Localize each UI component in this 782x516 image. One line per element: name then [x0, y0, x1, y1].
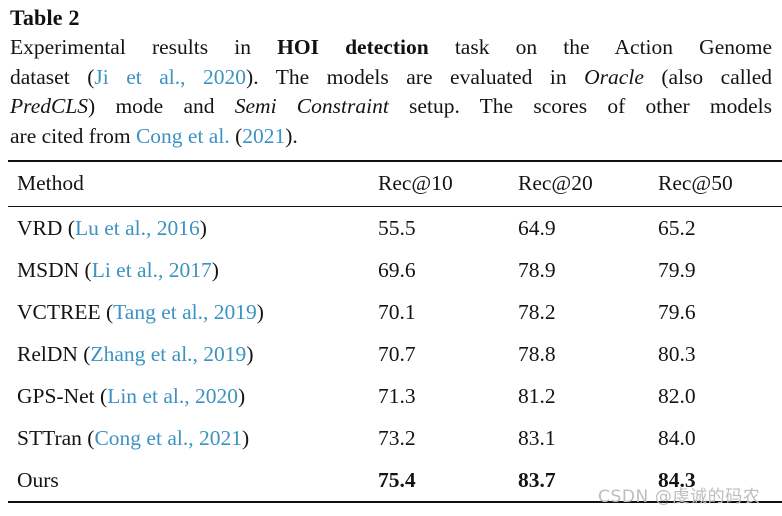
cell-rec10: 70.1 — [378, 299, 416, 324]
citation-link[interactable]: Li et al., 2017 — [92, 258, 212, 282]
cell-rec50: 80.3 — [658, 341, 696, 366]
cell-rec20: 64.9 — [518, 215, 556, 240]
cell-rec20: 78.9 — [518, 257, 556, 282]
cell-method: VCTREE (Tang et al., 2019) — [8, 291, 378, 333]
cell-rec10: 55.5 — [378, 215, 416, 240]
citation-paren-open: ( — [81, 425, 95, 450]
caption-text-run: are cited from — [10, 123, 136, 148]
table-caption-text: Experimental results in HOI detection ta… — [10, 33, 772, 151]
caption-text-run: dataset ( — [10, 64, 95, 89]
citation-link[interactable]: Ji et al., 2020 — [94, 65, 246, 89]
caption-italic-term: Oracle — [584, 64, 644, 89]
cell-rec50: 84.3 — [658, 467, 696, 492]
citation-paren-close: ) — [199, 215, 207, 240]
cell-rec10: 69.6 — [378, 257, 416, 282]
caption-text-run: ) mode and — [88, 94, 235, 118]
citation-link[interactable]: 2021 — [242, 124, 285, 148]
caption-text-run: task on the Action Genome — [428, 35, 772, 59]
table-figure-page: Table 2 Experimental results in HOI dete… — [0, 0, 782, 516]
table-row: STTran (Cong et al., 2021) 73.2 83.1 84.0 — [8, 417, 782, 459]
caption-italic-term: Semi Constraint — [234, 94, 389, 118]
caption-bold-term: HOI detection — [277, 35, 429, 59]
citation-link[interactable]: Tang et al., 2019 — [113, 300, 257, 324]
caption-text-run: Experimental results in — [10, 35, 278, 59]
citation-link[interactable]: Cong et al., 2021 — [94, 426, 242, 450]
caption-text-run: ). The models are evaluated in — [246, 64, 585, 89]
citation-paren-open: ( — [94, 383, 108, 408]
method-name: STTran — [17, 425, 82, 450]
results-table-wrapper: Method Rec@10 Rec@20 Rec@50 VRD (Lu et a… — [8, 160, 782, 503]
cell-rec10: 73.2 — [378, 425, 416, 450]
citation-paren-open: ( — [77, 341, 91, 366]
citation-paren-close: ) — [237, 383, 246, 408]
method-name: MSDN — [17, 257, 80, 282]
citation-paren-open: ( — [79, 257, 92, 282]
cell-rec20: 81.2 — [518, 383, 556, 408]
citation-link[interactable]: Lin et al., 2020 — [107, 384, 238, 408]
results-table: Method Rec@10 Rec@20 Rec@50 VRD (Lu et a… — [8, 160, 782, 503]
caption-italic-term: PredCLS — [10, 94, 89, 118]
cell-rec10: 75.4 — [378, 467, 416, 492]
table-header-row: Method Rec@10 Rec@20 Rec@50 — [8, 161, 782, 207]
caption-line: Experimental results in HOI detection ta… — [10, 33, 772, 63]
caption-line: PredCLS) mode and Semi Constraint setup.… — [10, 92, 772, 122]
method-name: VCTREE — [17, 299, 101, 324]
table-row: Ours 75.4 83.7 84.3 — [8, 459, 782, 502]
method-name: GPS-Net — [17, 383, 95, 408]
table-caption-block: Table 2 Experimental results in HOI dete… — [10, 4, 772, 151]
cell-rec20: 83.7 — [518, 467, 556, 492]
table-row: VRD (Lu et al., 2016) 55.5 64.9 65.2 — [8, 207, 782, 250]
table-row: VCTREE (Tang et al., 2019) 70.1 78.2 79.6 — [8, 291, 782, 333]
column-header-method: Method — [17, 171, 84, 195]
table-header: Method Rec@10 Rec@20 Rec@50 — [8, 161, 782, 207]
caption-line: are cited from Cong et al. (2021). — [10, 122, 772, 152]
citation-paren-open: ( — [62, 215, 75, 240]
cell-method: GPS-Net (Lin et al., 2020) — [8, 375, 378, 417]
table-body: VRD (Lu et al., 2016) 55.5 64.9 65.2 MSDN (L… — [8, 207, 782, 502]
cell-method: STTran (Cong et al., 2021) — [8, 417, 378, 459]
cell-method: Ours — [8, 459, 378, 502]
column-header-rec20: Rec@20 — [518, 171, 593, 195]
caption-text-run: ). — [285, 123, 298, 148]
citation-paren-open: ( — [100, 299, 114, 324]
cell-rec20: 78.2 — [518, 299, 556, 324]
cell-rec10: 71.3 — [378, 383, 416, 408]
citation-paren-close: ) — [256, 299, 264, 324]
table-row: MSDN (Li et al., 2017) 69.6 78.9 79.9 — [8, 249, 782, 291]
citation-link[interactable]: Zhang et al., 2019 — [90, 342, 246, 366]
column-header-rec50: Rec@50 — [658, 171, 733, 195]
citation-paren-close: ) — [246, 341, 254, 366]
cell-rec10: 70.7 — [378, 341, 416, 366]
caption-text-run: setup. The scores of other models — [388, 94, 773, 118]
table-row: RelDN (Zhang et al., 2019) 70.7 78.8 80.3 — [8, 333, 782, 375]
cell-method: MSDN (Li et al., 2017) — [8, 249, 378, 291]
cell-rec20: 78.8 — [518, 341, 556, 366]
cell-rec50: 79.9 — [658, 257, 696, 282]
cell-rec20: 83.1 — [518, 425, 556, 450]
caption-text-run: (also called — [643, 64, 773, 89]
cell-rec50: 79.6 — [658, 299, 696, 324]
citation-link[interactable]: Lu et al., 2016 — [75, 216, 200, 240]
caption-text-run: ( — [229, 123, 243, 148]
citation-paren-close: ) — [241, 425, 250, 450]
caption-line: dataset (Ji et al., 2020). The models ar… — [10, 63, 772, 93]
cell-rec50: 84.0 — [658, 425, 696, 450]
table-row: GPS-Net (Lin et al., 2020) 71.3 81.2 82.0 — [8, 375, 782, 417]
citation-paren-close: ) — [211, 257, 219, 282]
cell-method: RelDN (Zhang et al., 2019) — [8, 333, 378, 375]
table-number-label: Table 2 — [10, 5, 80, 30]
column-header-rec10: Rec@10 — [378, 171, 453, 195]
method-name: RelDN — [17, 341, 78, 366]
cell-rec50: 82.0 — [658, 383, 696, 408]
citation-link[interactable]: Cong et al. — [136, 124, 230, 148]
method-name: VRD — [17, 215, 63, 240]
method-name: Ours — [17, 467, 59, 492]
cell-rec50: 65.2 — [658, 215, 696, 240]
cell-method: VRD (Lu et al., 2016) — [8, 207, 378, 250]
